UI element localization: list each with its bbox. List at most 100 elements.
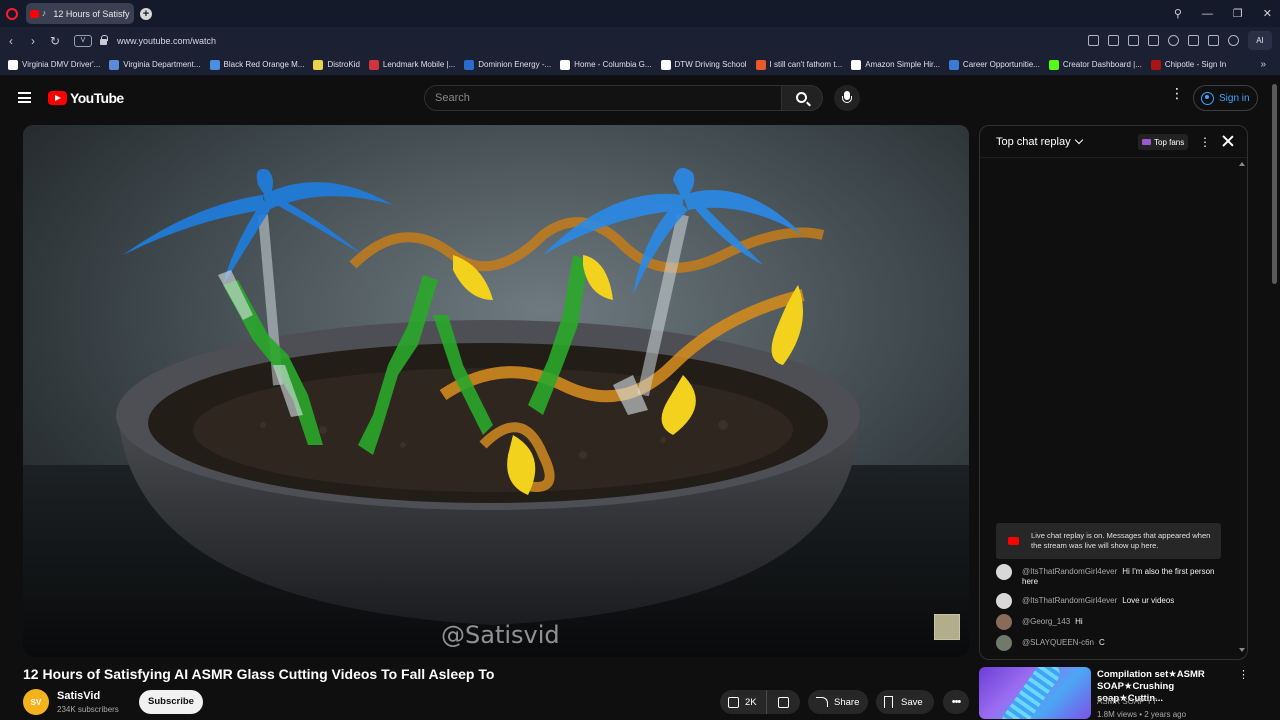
chat-avatar[interactable] [996,635,1012,651]
player-icon[interactable] [1148,35,1159,46]
speaker-icon[interactable]: ♪ [42,9,51,18]
sign-in-button[interactable]: Sign in [1193,85,1258,111]
bookmark-item[interactable]: Virginia Department... [109,59,201,70]
chat-message-body: @ItsThatRandomGirl4ever Hi I'm also the f… [1022,567,1221,587]
search-tabs-icon[interactable]: ⚲ [1174,7,1182,20]
bookmark-item[interactable]: DTW Driving School [660,59,747,70]
heart-icon[interactable] [1168,35,1179,46]
recommended-video-thumbnail[interactable] [979,667,1091,719]
crown-icon [1142,139,1151,145]
search-button[interactable] [781,85,823,111]
chat-message[interactable]: @Georg_143 Hi [996,614,1221,630]
share-button[interactable]: Share [808,690,868,714]
youtube-logo[interactable]: YouTube [48,90,124,106]
chat-author[interactable]: @ItsThatRandomGirl4ever [1022,567,1117,576]
new-tab-button[interactable]: + [140,7,152,20]
lock-icon[interactable] [100,35,108,45]
chat-avatar[interactable] [996,593,1012,609]
bookmark-item[interactable]: Career Opportunitie... [948,59,1040,70]
like-button[interactable]: 2K [720,690,767,714]
restore-icon[interactable]: ❐ [1233,7,1243,20]
video-player[interactable]: @Satisvid [23,125,969,657]
channel-avatar[interactable]: SV [23,689,49,715]
channel-watermark-thumbnail[interactable] [934,614,960,640]
share-label: Share [834,696,860,708]
bookmark-item[interactable]: Chipotle - Sign In [1150,59,1226,70]
reload-icon[interactable]: ↻ [44,34,66,48]
bookmarks-bar: Virginia DMV Driver'... Virginia Departme… [0,54,1280,76]
bookmark-item[interactable]: I still can't fathom t... [755,59,842,70]
search-input[interactable] [425,86,781,110]
search-icon [796,92,807,103]
video-frame [23,125,969,657]
window-controls: ⚲ — ❐ ✕ [1174,0,1272,27]
more-actions-button[interactable]: ••• [943,690,969,714]
chat-avatar[interactable] [996,614,1012,630]
recommended-video-kebab-icon[interactable]: ⋮ [1238,670,1249,681]
scroll-up-icon[interactable] [1239,162,1245,166]
bookmark-label: DistroKid [327,60,360,69]
bookmark-item[interactable]: Amazon Simple Hir... [851,59,940,70]
chat-author[interactable]: @SLAYQUEEN-c6n [1022,638,1094,647]
bookmarks-overflow-icon[interactable]: » [1260,54,1266,76]
chat-scrollbar[interactable] [1239,162,1245,652]
tab-title: 12 Hours of Satisfying [53,8,130,19]
youtube-favicon-icon [30,9,39,18]
subscribe-button[interactable]: Subscribe [139,690,203,714]
chat-replay-notice: Live chat replay is on. Messages that ap… [996,523,1221,559]
bookmark-label: Black Red Orange M... [223,60,305,69]
bookmark-item[interactable]: DistroKid [313,59,360,70]
forward-icon[interactable]: › [22,34,44,48]
browser-tab-active[interactable]: ♪ 12 Hours of Satisfying [26,3,134,24]
chat-message-body: @Georg_143 Hi [1022,617,1083,630]
shield-icon[interactable] [1128,35,1139,46]
profile-icon[interactable] [1228,35,1239,46]
chat-mode-dropdown[interactable]: Top chat replay [996,135,1083,148]
chat-message[interactable]: @SLAYQUEEN-c6n C [996,635,1221,651]
voice-search-button[interactable] [834,85,860,111]
browser-tabbar: ♪ 12 Hours of Satisfying + ⚲ — ❐ ✕ [0,0,1280,27]
close-chat-icon[interactable] [1222,135,1234,147]
aria-ai-button[interactable]: AI [1248,31,1272,50]
bookmark-item[interactable]: Home - Columbia G... [560,59,652,70]
opera-logo-icon[interactable] [6,7,18,20]
channel-name[interactable]: SatisVid [57,690,100,702]
page-scrollbar[interactable] [1272,84,1277,284]
edit-icon[interactable] [1088,35,1099,46]
chat-author[interactable]: @ItsThatRandomGirl4ever [1022,596,1117,605]
bookmark-item[interactable]: Lendmark Mobile |... [368,59,455,70]
save-button[interactable]: Save [876,690,934,714]
dislike-button[interactable] [767,696,800,708]
minimize-icon[interactable]: — [1202,8,1213,20]
back-icon[interactable]: ‹ [0,34,22,48]
bookmark-item[interactable]: Dominion Energy -... [464,59,551,70]
top-fans-button[interactable]: Top fans [1138,134,1189,150]
top-fans-label: Top fans [1154,137,1185,147]
recommended-video-channel[interactable]: ASMR SOAP YT [1097,697,1157,706]
bookmark-item[interactable]: Virginia DMV Driver'... [8,59,100,70]
chat-text: Hi [1075,617,1083,626]
menu-icon[interactable] [1208,35,1219,46]
bookmark-item[interactable]: Black Red Orange M... [209,59,305,70]
chevron-down-icon [1074,135,1083,145]
url-field[interactable]: www.youtube.com/watch [117,36,216,46]
camera-icon[interactable] [1108,35,1119,46]
hamburger-menu-icon[interactable] [18,92,31,103]
chat-kebab-icon[interactable]: ⋮ [1199,136,1211,148]
download-icon[interactable] [1188,35,1199,46]
chat-message[interactable]: @ItsThatRandomGirl4ever Hi I'm also the f… [996,564,1221,587]
bookmark-label: DTW Driving School [674,60,747,69]
settings-kebab-icon[interactable]: ⋮ [1170,86,1184,105]
vpn-badge[interactable]: V [74,34,92,47]
bookmark-label: Virginia Department... [123,60,201,69]
bookmark-label: Home - Columbia G... [574,60,652,69]
share-arrow-icon [816,697,828,707]
chat-message[interactable]: @ItsThatRandomGirl4ever Love ur videos [996,593,1221,609]
bookmark-favicon-icon [368,59,379,70]
bookmark-item[interactable]: Creator Dashboard |... [1048,59,1142,70]
close-window-icon[interactable]: ✕ [1263,7,1272,20]
scroll-down-icon[interactable] [1239,648,1245,652]
chat-avatar[interactable] [996,564,1012,580]
bookmark-favicon-icon [1150,59,1161,70]
chat-author[interactable]: @Georg_143 [1022,617,1070,626]
